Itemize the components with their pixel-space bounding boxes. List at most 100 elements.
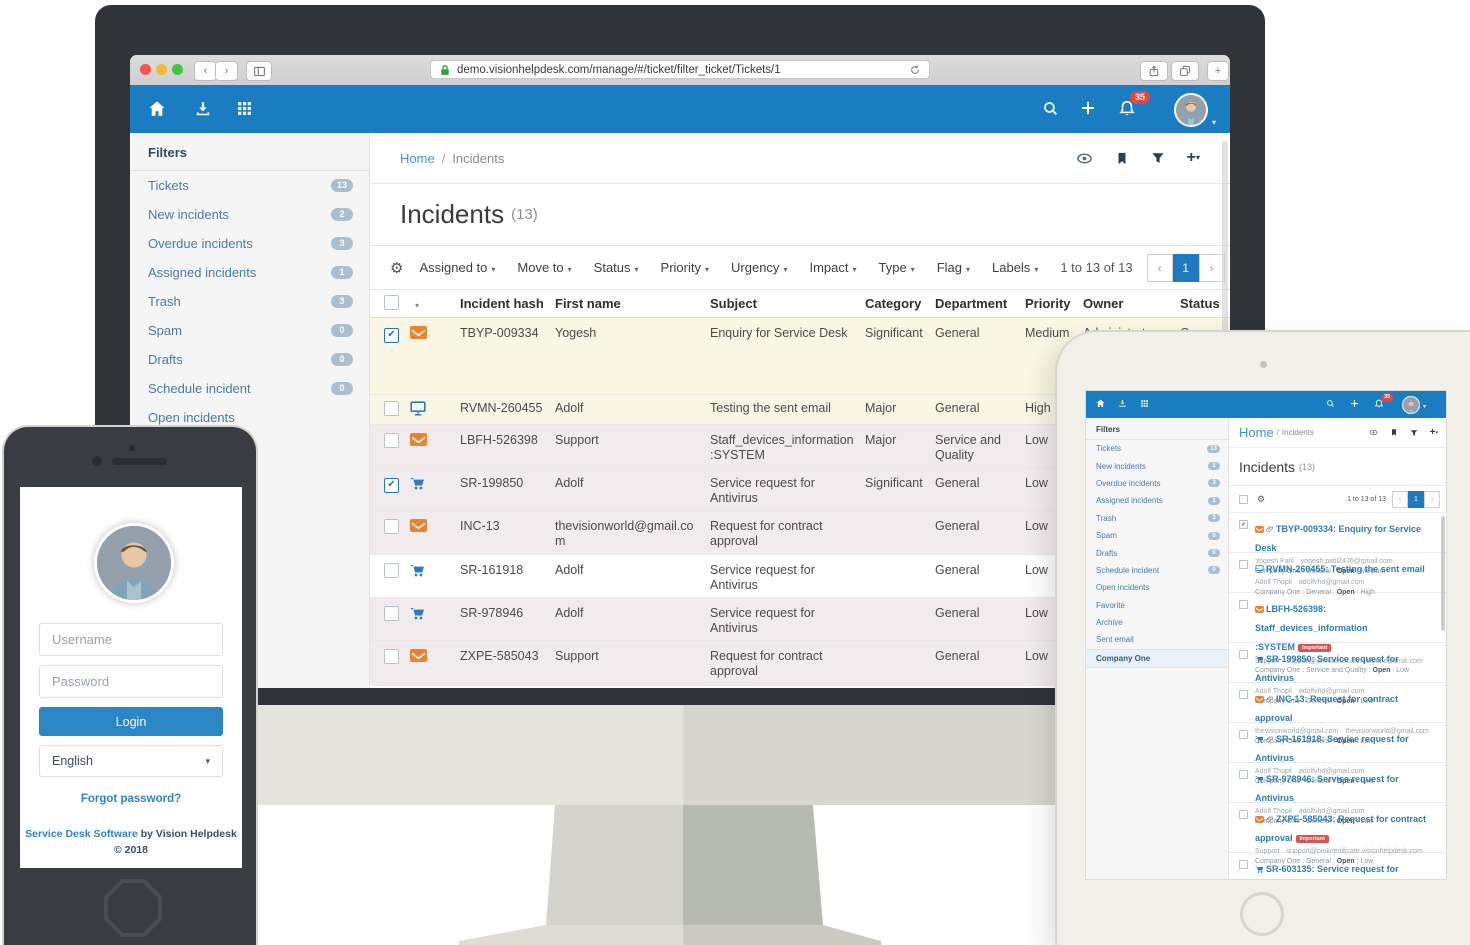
sidebar-item-drafts[interactable]: Drafts0 [130, 345, 369, 374]
sidebar-item-new-incidents[interactable]: New incidents2 [130, 200, 369, 229]
back-button[interactable]: ‹ [194, 61, 217, 81]
urgency-dropdown[interactable]: Urgency [731, 260, 787, 275]
download-icon[interactable] [1118, 399, 1127, 408]
download-icon[interactable] [194, 100, 212, 118]
tablet-home-button[interactable] [1240, 892, 1284, 936]
impact-dropdown[interactable]: Impact [809, 260, 856, 275]
tabs-overview-button[interactable] [1171, 61, 1199, 81]
ticket-link[interactable]: TBYP-009334: Enquiry for Service Desk [1255, 524, 1421, 553]
add-filter-icon[interactable]: +▾ [1187, 149, 1200, 167]
password-field[interactable] [39, 665, 223, 698]
breadcrumb-home-link[interactable]: Home [400, 151, 435, 166]
select-all-checkbox[interactable] [384, 295, 399, 310]
chevron-down-icon[interactable]: ▾ [1423, 403, 1426, 410]
ticket-link[interactable]: SR-199850: Service request for Antivirus [1255, 654, 1399, 683]
next-page-button[interactable]: › [1424, 491, 1440, 508]
row-checkbox[interactable] [384, 563, 399, 578]
sidebar-item-trash[interactable]: Trash3 [130, 287, 369, 316]
list-item[interactable]: RVMN-260455: Testing the sent email Adol… [1229, 553, 1447, 593]
select-all-checkbox[interactable] [1239, 495, 1248, 504]
assigned-to-dropdown[interactable]: Assigned to [419, 260, 495, 275]
list-item[interactable]: TBYP-009334: Enquiry for Service Desk Yo… [1229, 513, 1447, 553]
sidebar-item-spam[interactable]: Spam0 [130, 316, 369, 345]
gear-icon[interactable]: ⚙ [390, 259, 403, 277]
ticket-link[interactable]: SR-161918: Service request for Antivirus [1255, 734, 1409, 763]
row-checkbox[interactable] [1239, 690, 1248, 699]
list-item[interactable]: SR-161918: Service request for Antivirus… [1229, 723, 1447, 763]
sidebar-item-schedule-incident[interactable]: Schedule incident0 [130, 374, 369, 403]
page-1-button[interactable]: 1 [1173, 254, 1199, 282]
search-icon[interactable] [1326, 399, 1335, 408]
username-field[interactable] [39, 623, 223, 656]
row-checkbox[interactable] [384, 401, 399, 416]
bookmark-icon[interactable] [1390, 428, 1398, 437]
row-checkbox[interactable] [384, 606, 399, 621]
add-filter-icon[interactable]: +▾ [1430, 427, 1438, 438]
row-checkbox[interactable] [1239, 600, 1248, 609]
row-checkbox[interactable] [384, 433, 399, 448]
sidebar-item-favorite[interactable]: Favorite [1086, 597, 1228, 614]
login-button[interactable]: Login [39, 707, 223, 736]
url-bar[interactable]: demo.visionhelpdesk.com/manage/#/ticket/… [430, 60, 930, 79]
list-item[interactable]: SR-603135: Service request for Antivirus… [1229, 853, 1447, 880]
close-window-button[interactable] [140, 64, 151, 75]
sidebar-toggle-icon[interactable] [246, 61, 272, 81]
sidebar-item-sent-email[interactable]: Sent email [1086, 631, 1228, 648]
ticket-link[interactable]: ZXPE-585043: Request for contract approv… [1255, 814, 1426, 843]
apps-grid-icon[interactable] [1140, 399, 1149, 408]
flag-dropdown[interactable]: Flag [937, 260, 970, 275]
search-icon[interactable] [1042, 100, 1059, 117]
home-icon[interactable] [148, 100, 166, 118]
preview-eye-icon[interactable] [1076, 150, 1093, 167]
row-checkbox[interactable] [384, 649, 399, 664]
sidebar-item-company-one[interactable]: Company One [1086, 649, 1228, 668]
sidebar-item-spam[interactable]: Spam0 [1086, 527, 1228, 544]
gear-icon[interactable]: ⚙ [1257, 494, 1265, 505]
priority-dropdown[interactable]: Priority [661, 260, 709, 275]
sidebar-item-schedule-incident[interactable]: Schedule incident0 [1086, 562, 1228, 579]
home-icon[interactable] [1096, 399, 1105, 408]
row-checkbox[interactable] [1239, 860, 1248, 869]
new-tab-button[interactable]: + [1207, 61, 1229, 81]
ticket-link[interactable]: SR-978946: Service request for Antivirus [1255, 774, 1399, 803]
sidebar-item-assigned-incidents[interactable]: Assigned incidents1 [130, 258, 369, 287]
list-item[interactable]: LBFH-526398: Staff_devices_information :… [1229, 593, 1447, 643]
sidebar-item-overdue-incidents[interactable]: Overdue incidents3 [130, 229, 369, 258]
sidebar-item-assigned-incidents[interactable]: Assigned incidents1 [1086, 492, 1228, 509]
page-1-button[interactable]: 1 [1408, 491, 1424, 508]
ticket-link[interactable]: SR-603135: Service request for Antivirus [1255, 864, 1399, 880]
forgot-password-link[interactable]: Forgot password? [20, 793, 242, 805]
breadcrumb-home-link[interactable]: Home [1239, 425, 1274, 440]
next-page-button[interactable]: › [1199, 254, 1225, 282]
list-item[interactable]: SR-199850: Service request for Antivirus… [1229, 643, 1447, 683]
add-icon[interactable] [1350, 399, 1359, 408]
add-icon[interactable] [1080, 100, 1096, 116]
bookmark-icon[interactable] [1115, 151, 1129, 166]
sidebar-item-archive[interactable]: Archive [1086, 614, 1228, 631]
list-item[interactable]: SR-978946: Service request for Antivirus… [1229, 763, 1447, 803]
row-checkbox[interactable] [1239, 520, 1248, 529]
move-to-dropdown[interactable]: Move to [517, 260, 571, 275]
preview-eye-icon[interactable] [1369, 428, 1378, 437]
language-select[interactable]: English ▾ [39, 745, 223, 777]
list-item[interactable]: ZXPE-585043: Request for contract approv… [1229, 803, 1447, 853]
user-avatar[interactable] [1402, 396, 1420, 414]
user-avatar[interactable] [1174, 93, 1208, 127]
ticket-link[interactable]: RVMN-260455: Testing the sent email [1266, 564, 1425, 574]
reload-icon[interactable] [909, 64, 921, 76]
apps-grid-icon[interactable] [236, 100, 253, 117]
row-checkbox[interactable] [1239, 560, 1248, 569]
row-checkbox[interactable] [1239, 730, 1248, 739]
sidebar-item-open-incidents[interactable]: Open incidents [1086, 579, 1228, 596]
row-checkbox[interactable] [384, 328, 399, 343]
prev-page-button[interactable]: ‹ [1147, 254, 1173, 282]
row-checkbox[interactable] [384, 519, 399, 534]
type-dropdown[interactable]: Type [878, 260, 914, 275]
row-checkbox[interactable] [384, 478, 399, 493]
chevron-down-icon[interactable]: ▾ [1212, 118, 1216, 127]
sidebar-item-drafts[interactable]: Drafts0 [1086, 544, 1228, 561]
maximize-window-button[interactable] [172, 64, 183, 75]
sidebar-item-tickets[interactable]: Tickets13 [130, 171, 369, 200]
select-caret-icon[interactable]: ▾ [415, 301, 460, 310]
sidebar-item-tickets[interactable]: Tickets13 [1086, 440, 1228, 457]
